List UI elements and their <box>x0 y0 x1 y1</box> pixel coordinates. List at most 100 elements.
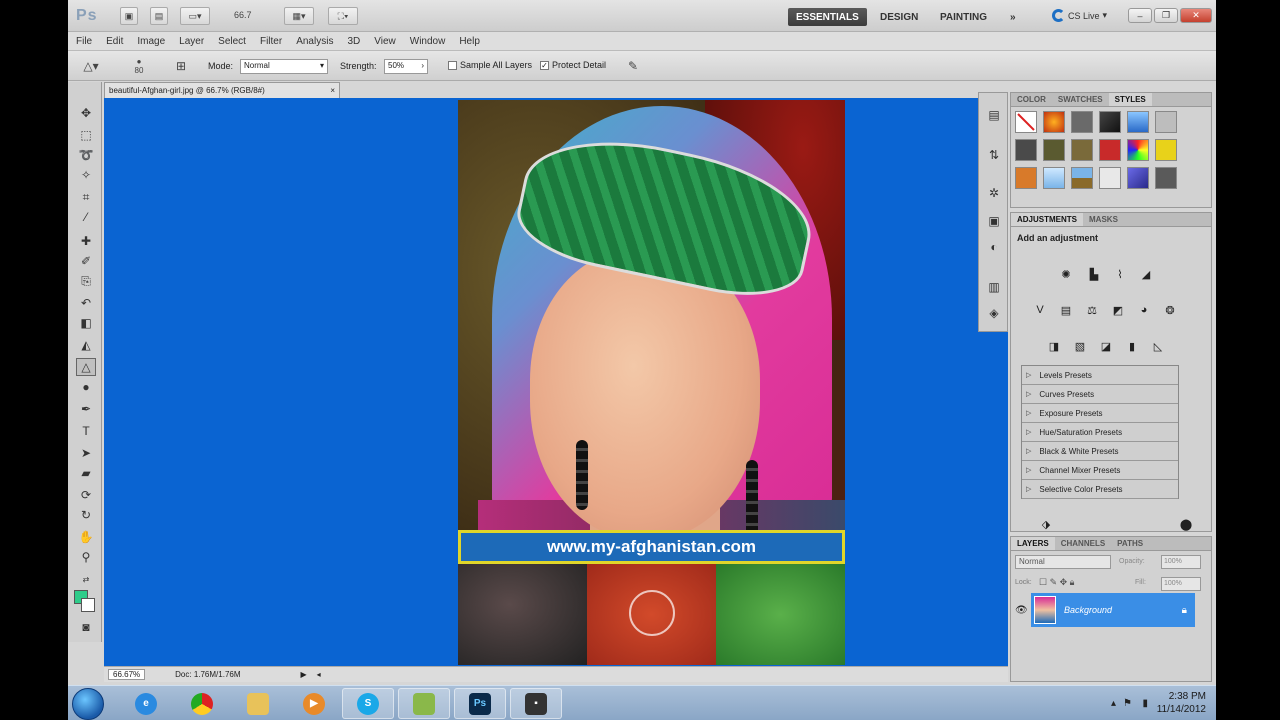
channel-mixer-icon[interactable]: ❂ <box>1161 301 1179 319</box>
pen-tool-icon[interactable]: ✒ <box>76 400 96 418</box>
style-swatch[interactable] <box>1127 139 1149 161</box>
scroll-left-icon[interactable]: ◂ <box>317 670 321 679</box>
taskbar-skype[interactable]: S <box>342 688 394 719</box>
selective-color-icon[interactable]: ◺ <box>1149 337 1167 355</box>
levels-icon[interactable]: ▙ <box>1085 265 1103 283</box>
lock-icons[interactable]: ☐ ✎ ✥ 🔒︎ <box>1039 577 1074 588</box>
style-swatch[interactable] <box>1155 111 1177 133</box>
exposure-icon[interactable]: ◢ <box>1137 265 1155 283</box>
menu-image[interactable]: Image <box>137 36 165 47</box>
curves-icon[interactable]: ⌇ <box>1111 265 1129 283</box>
style-swatch[interactable] <box>1155 139 1177 161</box>
swap-colors-icon[interactable]: ⇄ <box>76 570 96 588</box>
vibrance-icon[interactable]: V <box>1031 301 1049 319</box>
info-panel-icon[interactable]: ◈ <box>986 305 1002 321</box>
eyedropper-tool-icon[interactable]: ⁄ <box>76 208 96 226</box>
marquee-tool-icon[interactable]: ⬚ <box>76 126 96 144</box>
3d-orbit-tool-icon[interactable]: ↻ <box>76 506 96 524</box>
tray-flag-icon[interactable]: ⚑ <box>1123 698 1132 709</box>
3d-panel-icon[interactable]: ◐ <box>986 239 1002 255</box>
style-swatch[interactable] <box>1127 167 1149 189</box>
clone-source-icon[interactable]: ▣ <box>986 213 1002 229</box>
canvas-area[interactable]: www.my-afghanistan.com <box>104 98 1008 666</box>
tray-network-icon[interactable]: ▮ <box>1142 698 1148 709</box>
eraser-tool-icon[interactable]: ◧ <box>76 314 96 332</box>
background-color-swatch[interactable] <box>81 598 95 612</box>
list-item[interactable]: Hue/Saturation Presets <box>1022 423 1178 442</box>
tab-channels[interactable]: CHANNELS <box>1055 537 1111 550</box>
menu-3d[interactable]: 3D <box>347 36 360 47</box>
tab-color[interactable]: COLOR <box>1011 93 1052 106</box>
style-swatch[interactable] <box>1043 111 1065 133</box>
style-swatch[interactable] <box>1043 167 1065 189</box>
quick-selection-tool-icon[interactable]: ✧ <box>76 166 96 184</box>
menu-edit[interactable]: Edit <box>106 36 123 47</box>
style-swatch[interactable] <box>1127 111 1149 133</box>
tab-swatches[interactable]: SWATCHES <box>1052 93 1109 106</box>
blend-mode-select[interactable]: Normal <box>1015 555 1111 569</box>
type-tool-icon[interactable]: T <box>76 422 96 440</box>
threshold-icon[interactable]: ◪ <box>1097 337 1115 355</box>
strength-field[interactable]: 50% › <box>384 59 428 74</box>
style-swatch[interactable] <box>1015 139 1037 161</box>
blur-tool-icon[interactable]: △ <box>76 358 96 376</box>
color-balance-icon[interactable]: ⚖ <box>1083 301 1101 319</box>
tab-layers[interactable]: LAYERS <box>1011 537 1055 550</box>
tab-paths[interactable]: PATHS <box>1111 537 1149 550</box>
close-button[interactable]: ✕ <box>1180 8 1212 23</box>
arrange-documents-icon[interactable]: ▦▾ <box>284 7 314 25</box>
style-swatch[interactable] <box>1071 167 1093 189</box>
style-swatch[interactable] <box>1071 111 1093 133</box>
clone-stamp-tool-icon[interactable]: ⎘ <box>76 272 96 290</box>
screen-mode-icon[interactable]: ⛶▾ <box>328 7 358 25</box>
mini-bridge-icon[interactable]: ▤ <box>150 7 168 25</box>
style-swatch[interactable] <box>1099 139 1121 161</box>
menu-file[interactable]: File <box>76 36 92 47</box>
menu-select[interactable]: Select <box>218 36 246 47</box>
list-item[interactable]: Channel Mixer Presets <box>1022 461 1178 480</box>
cs-live-button[interactable]: CS Live ▾ <box>1052 9 1107 22</box>
invert-icon[interactable]: ◨ <box>1045 337 1063 355</box>
return-to-list-icon[interactable]: ⬗ <box>1037 515 1055 533</box>
history-panel-icon[interactable]: ▤ <box>986 107 1002 123</box>
status-menu-arrow-icon[interactable]: ▶ <box>301 670 307 679</box>
protect-detail-checkbox[interactable]: ✓ Protect Detail <box>540 60 606 70</box>
opacity-field[interactable]: 100% <box>1161 555 1201 569</box>
move-tool-icon[interactable]: ✥ <box>76 104 96 122</box>
menu-help[interactable]: Help <box>459 36 480 47</box>
taskbar-camera[interactable]: ▪ <box>510 688 562 719</box>
view-extras-icon[interactable]: ▭▾ <box>180 7 210 25</box>
tray-chevron-icon[interactable]: ▴ <box>1111 698 1116 709</box>
clip-to-layer-icon[interactable]: ⬤ <box>1177 515 1195 533</box>
gradient-tool-icon[interactable]: ◭ <box>76 336 96 354</box>
list-item[interactable]: Selective Color Presets <box>1022 480 1178 499</box>
taskbar-chrome[interactable] <box>176 688 228 719</box>
tab-styles[interactable]: STYLES <box>1108 93 1152 106</box>
start-button[interactable] <box>72 688 104 720</box>
shape-tool-icon[interactable]: ▰ <box>76 464 96 482</box>
posterize-icon[interactable]: ▧ <box>1071 337 1089 355</box>
menu-view[interactable]: View <box>374 36 396 47</box>
menu-layer[interactable]: Layer <box>179 36 204 47</box>
document-tab[interactable]: beautiful-Afghan-girl.jpg @ 66.7% (RGB/8… <box>104 82 340 98</box>
dodge-tool-icon[interactable]: ● <box>76 378 96 396</box>
tool-preset-picker-icon[interactable]: △▾ <box>82 57 100 75</box>
taskbar-photoshop[interactable]: Ps <box>454 688 506 719</box>
crop-tool-icon[interactable]: ⌗ <box>76 188 96 206</box>
style-swatch[interactable] <box>1043 139 1065 161</box>
fill-field[interactable]: 100% <box>1161 577 1201 591</box>
healing-brush-tool-icon[interactable]: ✚ <box>76 232 96 250</box>
actions-panel-icon[interactable]: ⇅ <box>986 147 1002 163</box>
tab-adjustments[interactable]: ADJUSTMENTS <box>1011 213 1084 226</box>
list-item[interactable]: Exposure Presets <box>1022 404 1178 423</box>
brightness-contrast-icon[interactable]: ✺ <box>1057 265 1075 283</box>
brush-tool-icon[interactable]: ✐ <box>76 252 96 270</box>
list-item[interactable]: Curves Presets <box>1022 385 1178 404</box>
status-zoom-field[interactable]: 66.67% <box>108 669 146 680</box>
taskbar-app[interactable] <box>398 688 450 719</box>
menu-window[interactable]: Window <box>410 36 446 47</box>
close-icon[interactable]: × <box>330 86 335 95</box>
eye-icon[interactable]: 👁︎ <box>1015 605 1028 616</box>
photo-filter-icon[interactable]: ◕ <box>1135 301 1153 319</box>
taskbar-explorer[interactable] <box>232 688 284 719</box>
